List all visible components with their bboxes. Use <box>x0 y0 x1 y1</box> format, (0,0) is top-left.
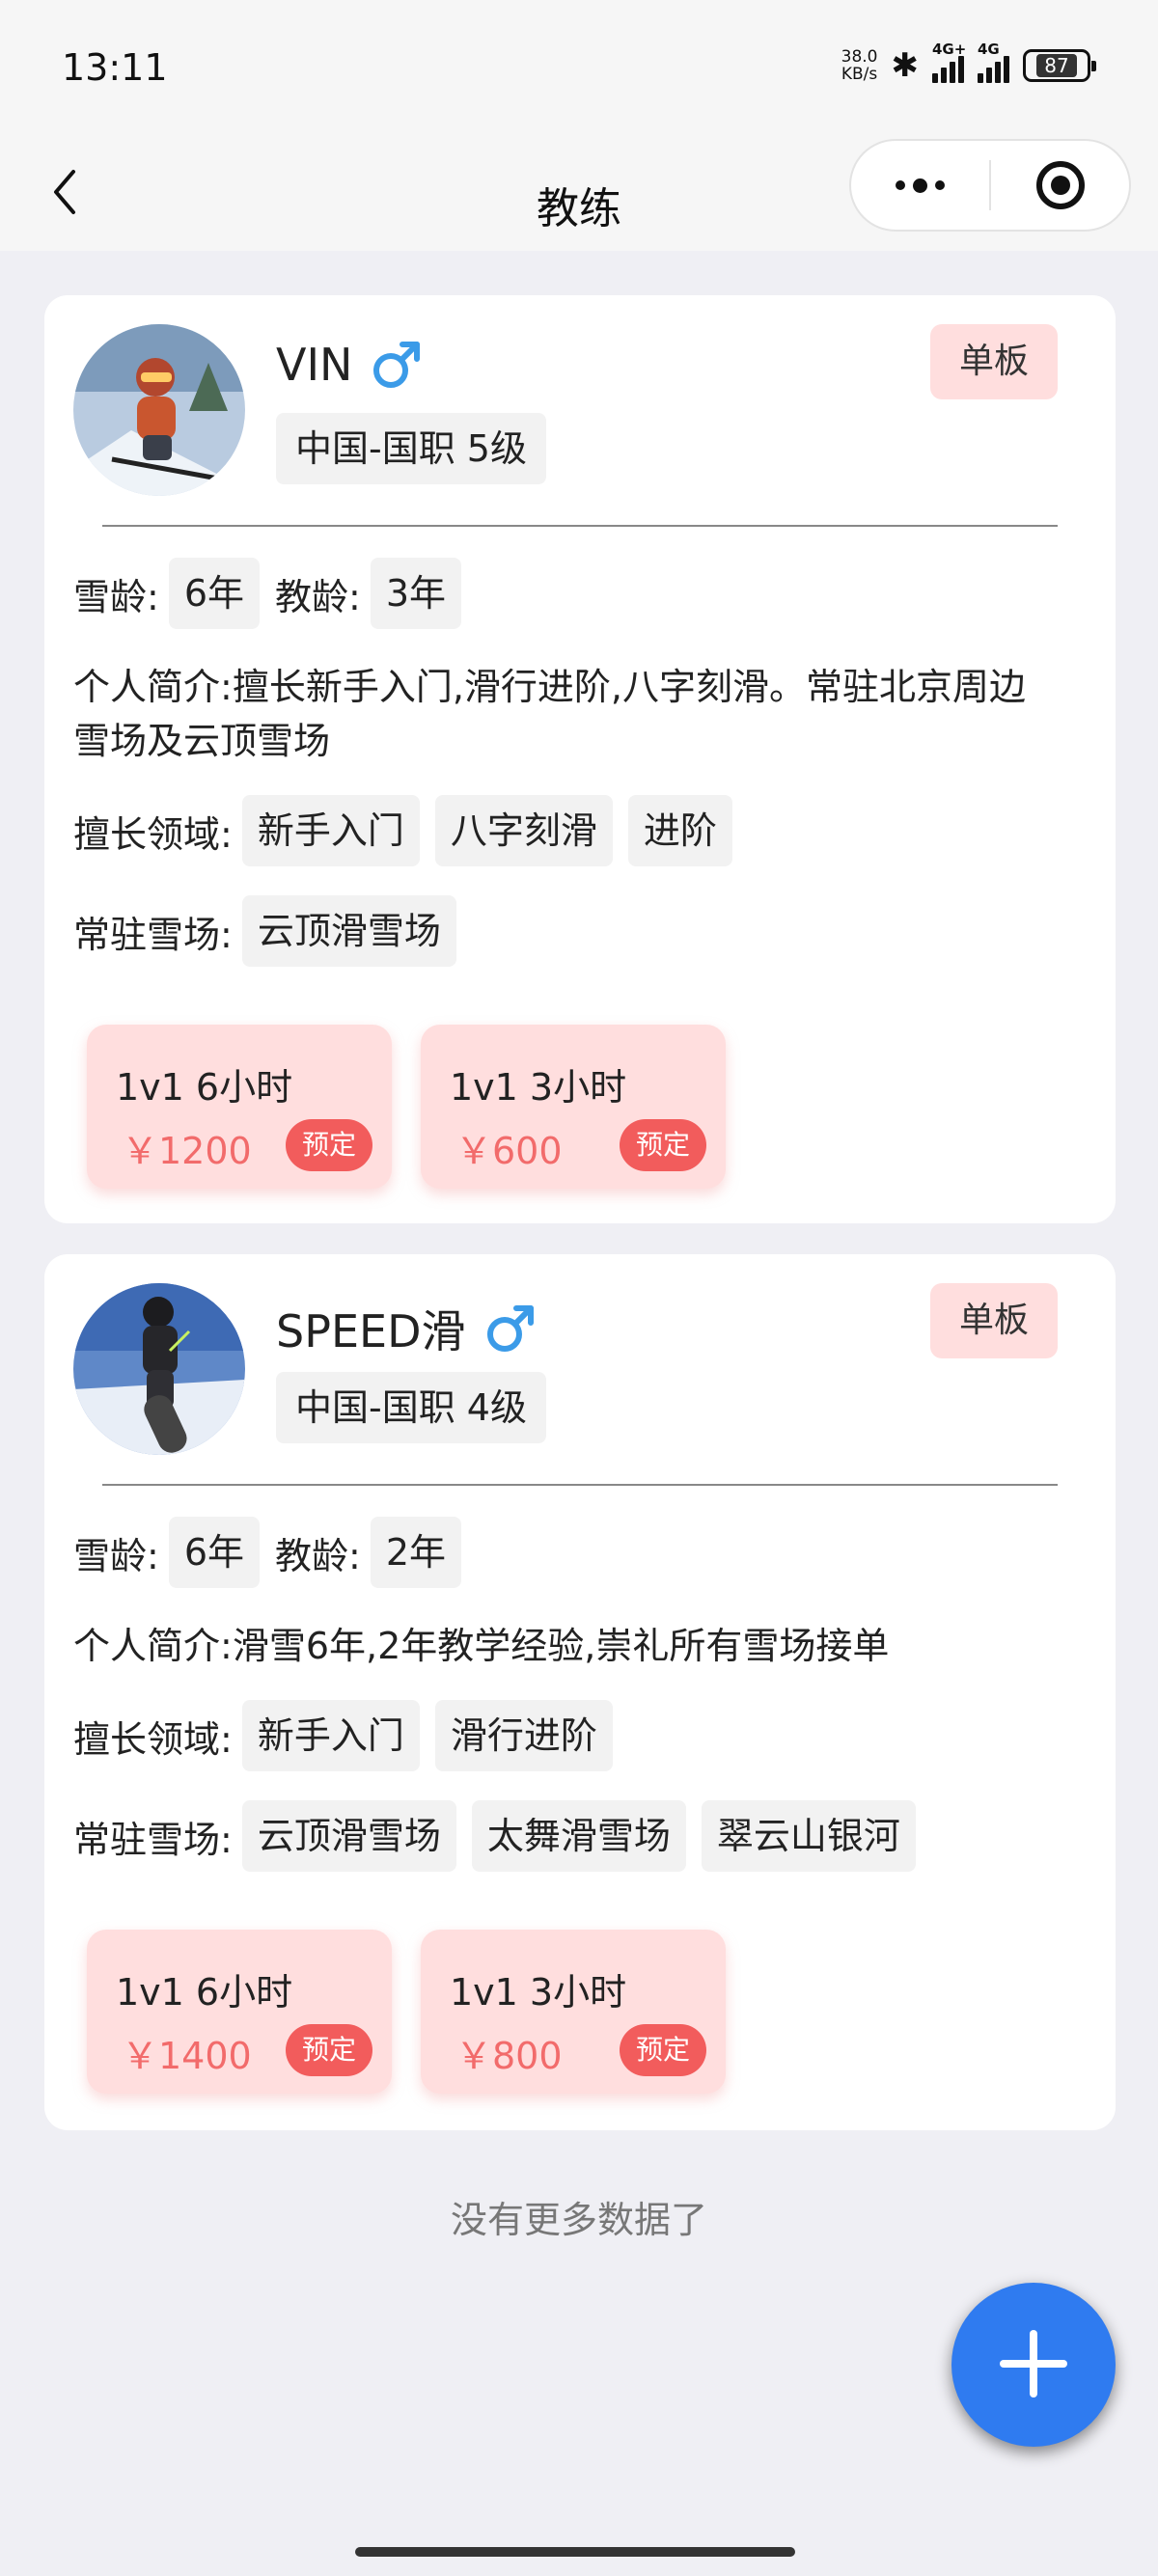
board-type-badge: 单板 <box>930 1283 1058 1358</box>
avatar <box>73 324 245 496</box>
signal-icon: 4G <box>978 41 1009 83</box>
package-price: ￥1400 <box>122 2035 252 2077</box>
add-button[interactable] <box>951 2283 1116 2447</box>
experience-row: 雪龄: 6年 教龄: 3年 <box>73 558 1087 629</box>
status-bar: 13:11 38.0 KB/s ✱ 4G+ 4G 87 <box>0 0 1158 135</box>
battery-icon: 87 <box>1023 49 1096 82</box>
target-close-icon <box>1035 161 1085 209</box>
resort-chip: 云顶滑雪场 <box>241 1800 456 1872</box>
status-time: 13:11 <box>62 46 168 89</box>
specialty-chip: 进阶 <box>627 795 732 866</box>
certification-tag: 中国-国职 5级 <box>276 413 546 484</box>
battery-level: 87 <box>1036 54 1077 77</box>
resort-chip: 云顶滑雪场 <box>241 895 456 967</box>
package-card[interactable]: 1v1 6小时 ￥1400 预定 <box>87 1930 392 2094</box>
male-icon <box>373 342 421 388</box>
specialty-chip: 新手入门 <box>241 1700 420 1771</box>
coach-card[interactable]: SPEED滑 中国-国职 4级 单板 雪龄: 6年 教龄: 2年 个人简介:滑雪… <box>44 1254 1116 2130</box>
book-button[interactable]: 预定 <box>286 2024 372 2076</box>
certification-tag: 中国-国职 4级 <box>276 1372 546 1443</box>
coach-name: SPEED滑 <box>276 1297 538 1360</box>
home-indicator[interactable] <box>355 2547 795 2557</box>
divider <box>102 1484 1058 1486</box>
divider <box>102 525 1058 527</box>
specialty-chip: 滑行进阶 <box>434 1700 613 1771</box>
resorts-row: 常驻雪场: 云顶滑雪场 太舞滑雪场 翠云山银河 <box>73 1800 1087 1872</box>
snow-age-chip: 6年 <box>168 1517 260 1588</box>
mini-program-capsule <box>849 139 1131 232</box>
signal-icon: 4G+ <box>932 41 966 83</box>
package-price: ￥800 <box>455 2035 563 2077</box>
nav-header: 教练 <box>0 135 1158 251</box>
snow-age-chip: 6年 <box>168 558 260 629</box>
more-button[interactable] <box>851 141 989 230</box>
coach-name: VIN <box>276 338 424 392</box>
board-type-badge: 单板 <box>930 324 1058 399</box>
book-button[interactable]: 预定 <box>620 2024 706 2076</box>
package-card[interactable]: 1v1 6小时 ￥1200 预定 <box>87 1025 392 1189</box>
teach-age-chip: 2年 <box>370 1517 461 1588</box>
resort-chip: 翠云山银河 <box>701 1800 916 1872</box>
bio-text: 个人简介:擅长新手入门,滑行进阶,八字刻滑。常驻北京周边雪场及云顶雪场 <box>73 666 1026 762</box>
book-button[interactable]: 预定 <box>286 1119 372 1171</box>
bluetooth-icon: ✱ <box>891 46 920 85</box>
teach-age-chip: 3年 <box>370 558 461 629</box>
no-more-data-text: 没有更多数据了 <box>450 2199 707 2241</box>
more-dots-icon <box>896 178 945 193</box>
specialty-chip: 八字刻滑 <box>434 795 613 866</box>
experience-row: 雪龄: 6年 教龄: 2年 <box>73 1517 1087 1588</box>
book-button[interactable]: 预定 <box>620 1119 706 1171</box>
specialties-row: 擅长领域: 新手入门 滑行进阶 <box>73 1700 1087 1771</box>
status-icons: 38.0 KB/s ✱ 4G+ 4G 87 <box>841 41 1096 85</box>
male-icon <box>486 1305 534 1352</box>
package-card[interactable]: 1v1 3小时 ￥600 预定 <box>421 1025 726 1189</box>
avatar <box>73 1283 245 1455</box>
resort-chip: 太舞滑雪场 <box>471 1800 686 1872</box>
specialties-row: 擅长领域: 新手入门 八字刻滑 进阶 <box>73 795 1087 866</box>
package-card[interactable]: 1v1 3小时 ￥800 预定 <box>421 1930 726 2094</box>
network-speed: 38.0 KB/s <box>841 47 878 84</box>
specialty-chip: 新手入门 <box>241 795 420 866</box>
package-price: ￥1200 <box>122 1130 252 1172</box>
package-price: ￥600 <box>455 1130 563 1172</box>
coach-card[interactable]: VIN 中国-国职 5级 单板 雪龄: 6年 教龄: 3年 个人简介:擅长新手入… <box>44 295 1116 1223</box>
bio-text: 个人简介:滑雪6年,2年教学经验,崇礼所有雪场接单 <box>73 1625 890 1667</box>
close-button[interactable] <box>991 141 1129 230</box>
resorts-row: 常驻雪场: 云顶滑雪场 <box>73 895 1087 967</box>
